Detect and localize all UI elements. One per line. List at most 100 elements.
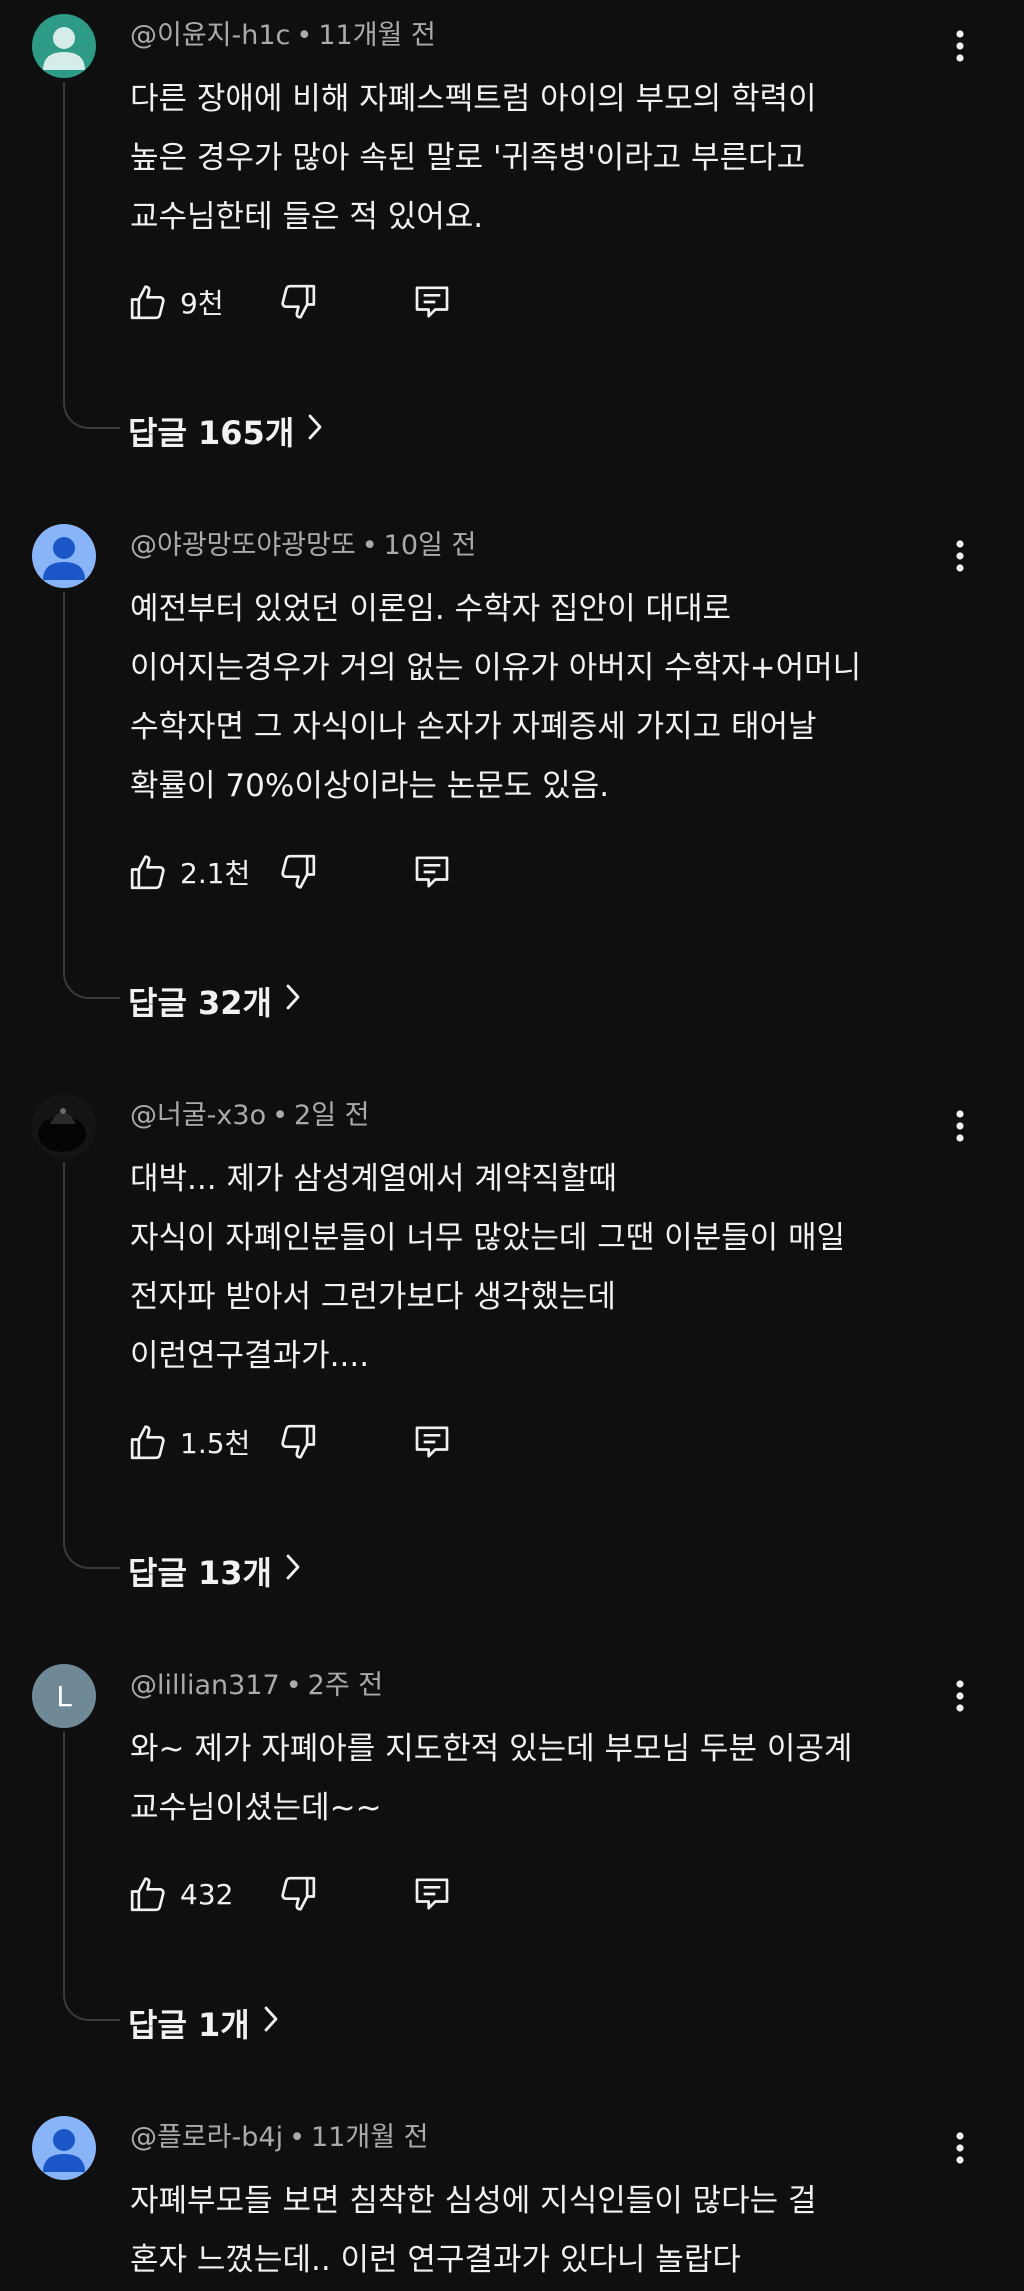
reply-button[interactable] bbox=[412, 848, 452, 896]
author-name[interactable]: @이윤지-h1c bbox=[130, 20, 290, 51]
thumbs-up-icon bbox=[128, 1874, 168, 1914]
view-replies-button[interactable]: 답글 1개 bbox=[128, 2000, 280, 2046]
comment-time[interactable]: 10일 전 bbox=[384, 530, 477, 561]
comment-actions: 1.5천 bbox=[128, 1418, 488, 1466]
comment-header: @플로라-b4j • 11개월 전 bbox=[130, 2120, 429, 2156]
replies-count: 답글 165개 bbox=[128, 414, 295, 452]
comment-text: 자폐부모들 보면 침착한 심성에 지식인들이 많다는 걸 혼자 느꼈는데.. 이… bbox=[130, 2172, 960, 2290]
avatar-letter: L bbox=[56, 1679, 72, 1713]
avatar[interactable]: L bbox=[32, 1664, 96, 1728]
thumbs-down-icon bbox=[278, 1874, 318, 1914]
comment-line: 예전부터 있었던 이론임. 수학자 집안이 대대로 bbox=[130, 591, 732, 627]
more-vert-icon[interactable] bbox=[944, 1106, 976, 1146]
reply-thread-line bbox=[63, 82, 120, 429]
chevron-right-icon bbox=[294, 412, 324, 450]
chevron-right-icon bbox=[272, 1552, 302, 1590]
comment-header: @너굴-x3o • 2일 전 bbox=[130, 1098, 370, 1134]
like-count: 432 bbox=[180, 1877, 234, 1911]
reply-button[interactable] bbox=[412, 1870, 452, 1918]
comment-line: 이런연구결과가.... bbox=[130, 1338, 370, 1374]
thumbs-up-icon bbox=[128, 1422, 168, 1462]
comment-line: 대박... 제가 삼성계열에서 계약직할때 bbox=[130, 1161, 617, 1197]
comment-line: 다른 장애에 비해 자폐스펙트럼 아이의 부모의 학력이 bbox=[130, 81, 817, 117]
author-name[interactable]: @lillian317 bbox=[130, 1670, 280, 1701]
comment-actions: 9천 bbox=[128, 278, 488, 326]
person-icon bbox=[43, 2129, 85, 2172]
thumbs-up-icon bbox=[128, 852, 168, 892]
reply-icon bbox=[412, 282, 452, 322]
replies-count: 답글 32개 bbox=[128, 984, 272, 1022]
comment-time[interactable]: 2일 전 bbox=[294, 1100, 369, 1131]
comment-time[interactable]: 11개월 전 bbox=[318, 20, 435, 51]
person-icon bbox=[43, 27, 85, 70]
reply-icon bbox=[412, 1874, 452, 1914]
avatar[interactable] bbox=[32, 524, 96, 588]
comment-line: 자식이 자폐인분들이 너무 많았는데 그땐 이분들이 매일 bbox=[130, 1220, 846, 1256]
comment-text: 다른 장애에 비해 자폐스펙트럼 아이의 부모의 학력이 높은 경우가 많아 속… bbox=[130, 70, 960, 247]
separator-dot: • bbox=[296, 20, 313, 51]
dislike-button[interactable] bbox=[278, 1418, 318, 1466]
like-count: 2.1천 bbox=[180, 857, 251, 890]
comment-header: @lillian317 • 2주 전 bbox=[130, 1668, 383, 1704]
comment-line: 확률이 70%이상이라는 논문도 있음. bbox=[130, 768, 610, 804]
comment-time[interactable]: 2주 전 bbox=[308, 1670, 383, 1701]
avatar[interactable] bbox=[32, 1094, 96, 1158]
replies-count: 답글 1개 bbox=[128, 2006, 250, 2044]
replies-count: 답글 13개 bbox=[128, 1554, 272, 1592]
author-name[interactable]: @야광망또야광망또 bbox=[130, 530, 356, 561]
chevron-right-icon bbox=[250, 2004, 280, 2042]
comment-line: 높은 경우가 많아 속된 말로 '귀족병'이라고 부른다고 bbox=[130, 140, 806, 176]
separator-dot: • bbox=[289, 2122, 306, 2153]
more-vert-icon[interactable] bbox=[944, 1676, 976, 1716]
comment-line: 전자파 받아서 그런가보다 생각했는데 bbox=[130, 1279, 616, 1315]
thumbs-up-icon bbox=[128, 282, 168, 322]
person-icon bbox=[43, 537, 85, 580]
comment-text: 와~ 제가 자폐아를 지도한적 있는데 부모님 두분 이공계 교수님이셨는데~~ bbox=[130, 1720, 960, 1838]
comment-line: 교수님이셨는데~~ bbox=[130, 1790, 382, 1826]
view-replies-button[interactable]: 답글 13개 bbox=[128, 1548, 302, 1594]
comment-text: 예전부터 있었던 이론임. 수학자 집안이 대대로 이어지는경우가 거의 없는 … bbox=[130, 580, 960, 816]
reply-button[interactable] bbox=[412, 1418, 452, 1466]
comment-header: @이윤지-h1c • 11개월 전 bbox=[130, 18, 436, 54]
separator-dot: • bbox=[285, 1670, 302, 1701]
reply-thread-line bbox=[63, 1162, 120, 1569]
author-name[interactable]: @플로라-b4j bbox=[130, 2122, 283, 2153]
comment-text: 대박... 제가 삼성계열에서 계약직할때 자식이 자폐인분들이 너무 많았는데… bbox=[130, 1150, 960, 1386]
like-count: 1.5천 bbox=[180, 1427, 251, 1460]
chevron-right-icon bbox=[272, 982, 302, 1020]
comment-line: 수학자면 그 자식이나 손자가 자폐증세 가지고 태어날 bbox=[130, 709, 817, 745]
dislike-button[interactable] bbox=[278, 1870, 318, 1918]
like-button[interactable]: 2.1천 bbox=[128, 848, 250, 896]
separator-dot: • bbox=[361, 530, 378, 561]
separator-dot: • bbox=[272, 1100, 289, 1131]
reply-thread-line bbox=[63, 1732, 120, 2021]
comment-line: 자폐부모들 보면 침착한 심성에 지식인들이 많다는 걸 bbox=[130, 2183, 817, 2219]
comment-line: 와~ 제가 자폐아를 지도한적 있는데 부모님 두분 이공계 bbox=[130, 1731, 853, 1767]
comment-actions: 432 bbox=[128, 1870, 488, 1918]
reply-button[interactable] bbox=[412, 278, 452, 326]
comment-actions: 2.1천 bbox=[128, 848, 488, 896]
comment-header: @야광망또야광망또 • 10일 전 bbox=[130, 528, 476, 564]
reply-thread-line bbox=[63, 592, 120, 999]
photo-avatar-icon bbox=[32, 1094, 96, 1158]
thumbs-down-icon bbox=[278, 1422, 318, 1462]
like-button[interactable]: 1.5천 bbox=[128, 1418, 250, 1466]
reply-icon bbox=[412, 1422, 452, 1462]
like-button[interactable]: 9천 bbox=[128, 278, 224, 326]
dislike-button[interactable] bbox=[278, 278, 318, 326]
like-button[interactable]: 432 bbox=[128, 1870, 233, 1918]
more-vert-icon[interactable] bbox=[944, 2128, 976, 2168]
avatar[interactable] bbox=[32, 14, 96, 78]
comment-time[interactable]: 11개월 전 bbox=[311, 2122, 428, 2153]
comment-line: 교수님한테 들은 적 있어요. bbox=[130, 199, 484, 235]
avatar[interactable] bbox=[32, 2116, 96, 2180]
view-replies-button[interactable]: 답글 32개 bbox=[128, 978, 302, 1024]
like-count: 9천 bbox=[180, 287, 224, 320]
author-name[interactable]: @너굴-x3o bbox=[130, 1100, 266, 1131]
dislike-button[interactable] bbox=[278, 848, 318, 896]
view-replies-button[interactable]: 답글 165개 bbox=[128, 408, 324, 454]
comment-line: 혼자 느꼈는데.. 이런 연구결과가 있다니 놀랍다 bbox=[130, 2242, 741, 2278]
more-vert-icon[interactable] bbox=[944, 536, 976, 576]
reply-icon bbox=[412, 852, 452, 892]
more-vert-icon[interactable] bbox=[944, 26, 976, 66]
